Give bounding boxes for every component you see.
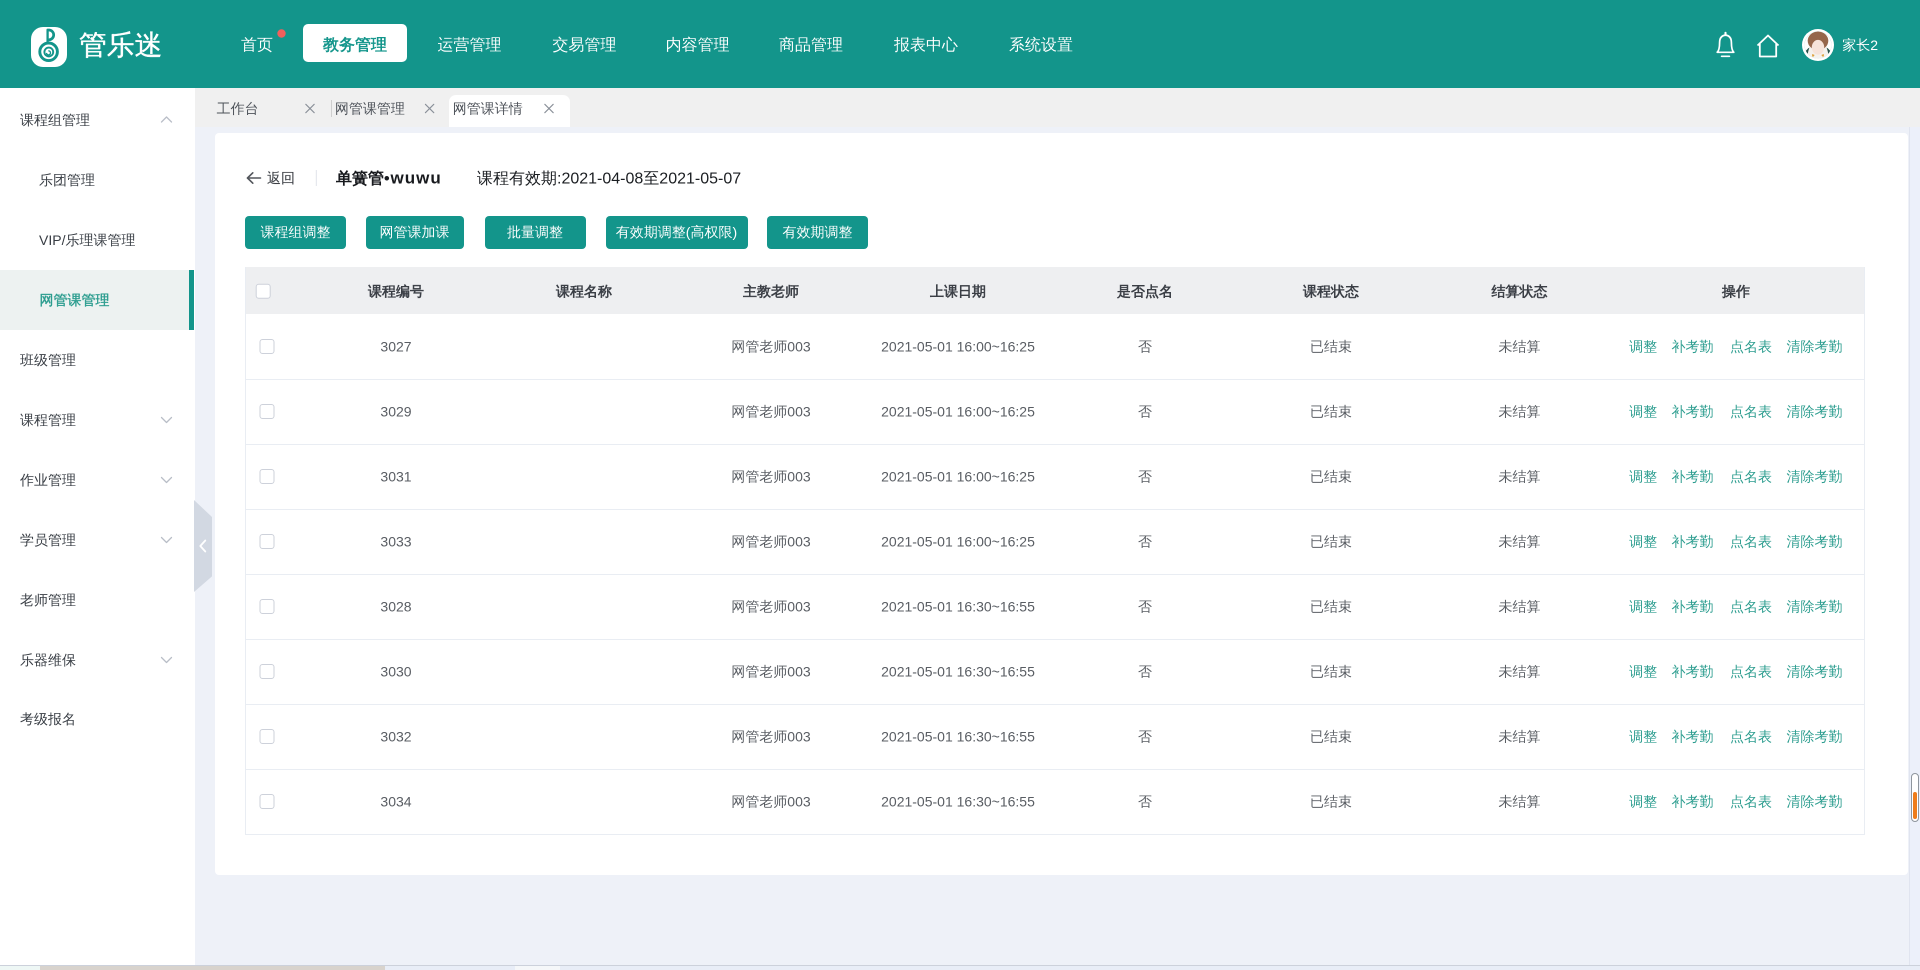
svg-text:(: ( <box>686 224 691 240</box>
svg-text:2: 2 <box>1870 37 1878 53</box>
svg-text:2021-05-01 16:30~16:55: 2021-05-01 16:30~16:55 <box>881 793 1035 809</box>
svg-text:003: 003 <box>787 403 811 419</box>
svg-text:003: 003 <box>787 468 811 484</box>
svg-text::2021-04-08: :2021-04-08 <box>557 171 643 188</box>
svg-text:3028: 3028 <box>380 598 411 614</box>
svg-text:3027: 3027 <box>380 338 411 354</box>
svg-text:): ) <box>733 224 738 240</box>
svg-text:2021-05-01 16:30~16:55: 2021-05-01 16:30~16:55 <box>881 598 1035 614</box>
svg-text:3031: 3031 <box>380 468 411 484</box>
svg-text:003: 003 <box>787 598 811 614</box>
svg-text:3032: 3032 <box>380 728 411 744</box>
svg-text:VIP/: VIP/ <box>39 232 66 248</box>
svg-text:3029: 3029 <box>380 403 411 419</box>
svg-text:2021-05-01 16:00~16:25: 2021-05-01 16:00~16:25 <box>881 338 1035 354</box>
svg-text:3034: 3034 <box>380 793 411 809</box>
svg-text:003: 003 <box>787 663 811 679</box>
svg-text:003: 003 <box>787 338 811 354</box>
svg-text:3030: 3030 <box>380 663 411 679</box>
svg-text:2021-05-01 16:00~16:25: 2021-05-01 16:00~16:25 <box>881 468 1035 484</box>
svg-text:•: • <box>384 171 390 188</box>
svg-text:003: 003 <box>787 533 811 549</box>
svg-text:003: 003 <box>787 793 811 809</box>
svg-text:wuwu: wuwu <box>390 169 442 188</box>
svg-text:2021-05-01 16:00~16:25: 2021-05-01 16:00~16:25 <box>881 533 1035 549</box>
svg-text:2021-05-07: 2021-05-07 <box>659 171 741 188</box>
svg-text:2021-05-01 16:00~16:25: 2021-05-01 16:00~16:25 <box>881 403 1035 419</box>
svg-text:3033: 3033 <box>380 533 411 549</box>
svg-text:2021-05-01 16:30~16:55: 2021-05-01 16:30~16:55 <box>881 663 1035 679</box>
svg-text:003: 003 <box>787 728 811 744</box>
svg-text:2021-05-01 16:30~16:55: 2021-05-01 16:30~16:55 <box>881 728 1035 744</box>
